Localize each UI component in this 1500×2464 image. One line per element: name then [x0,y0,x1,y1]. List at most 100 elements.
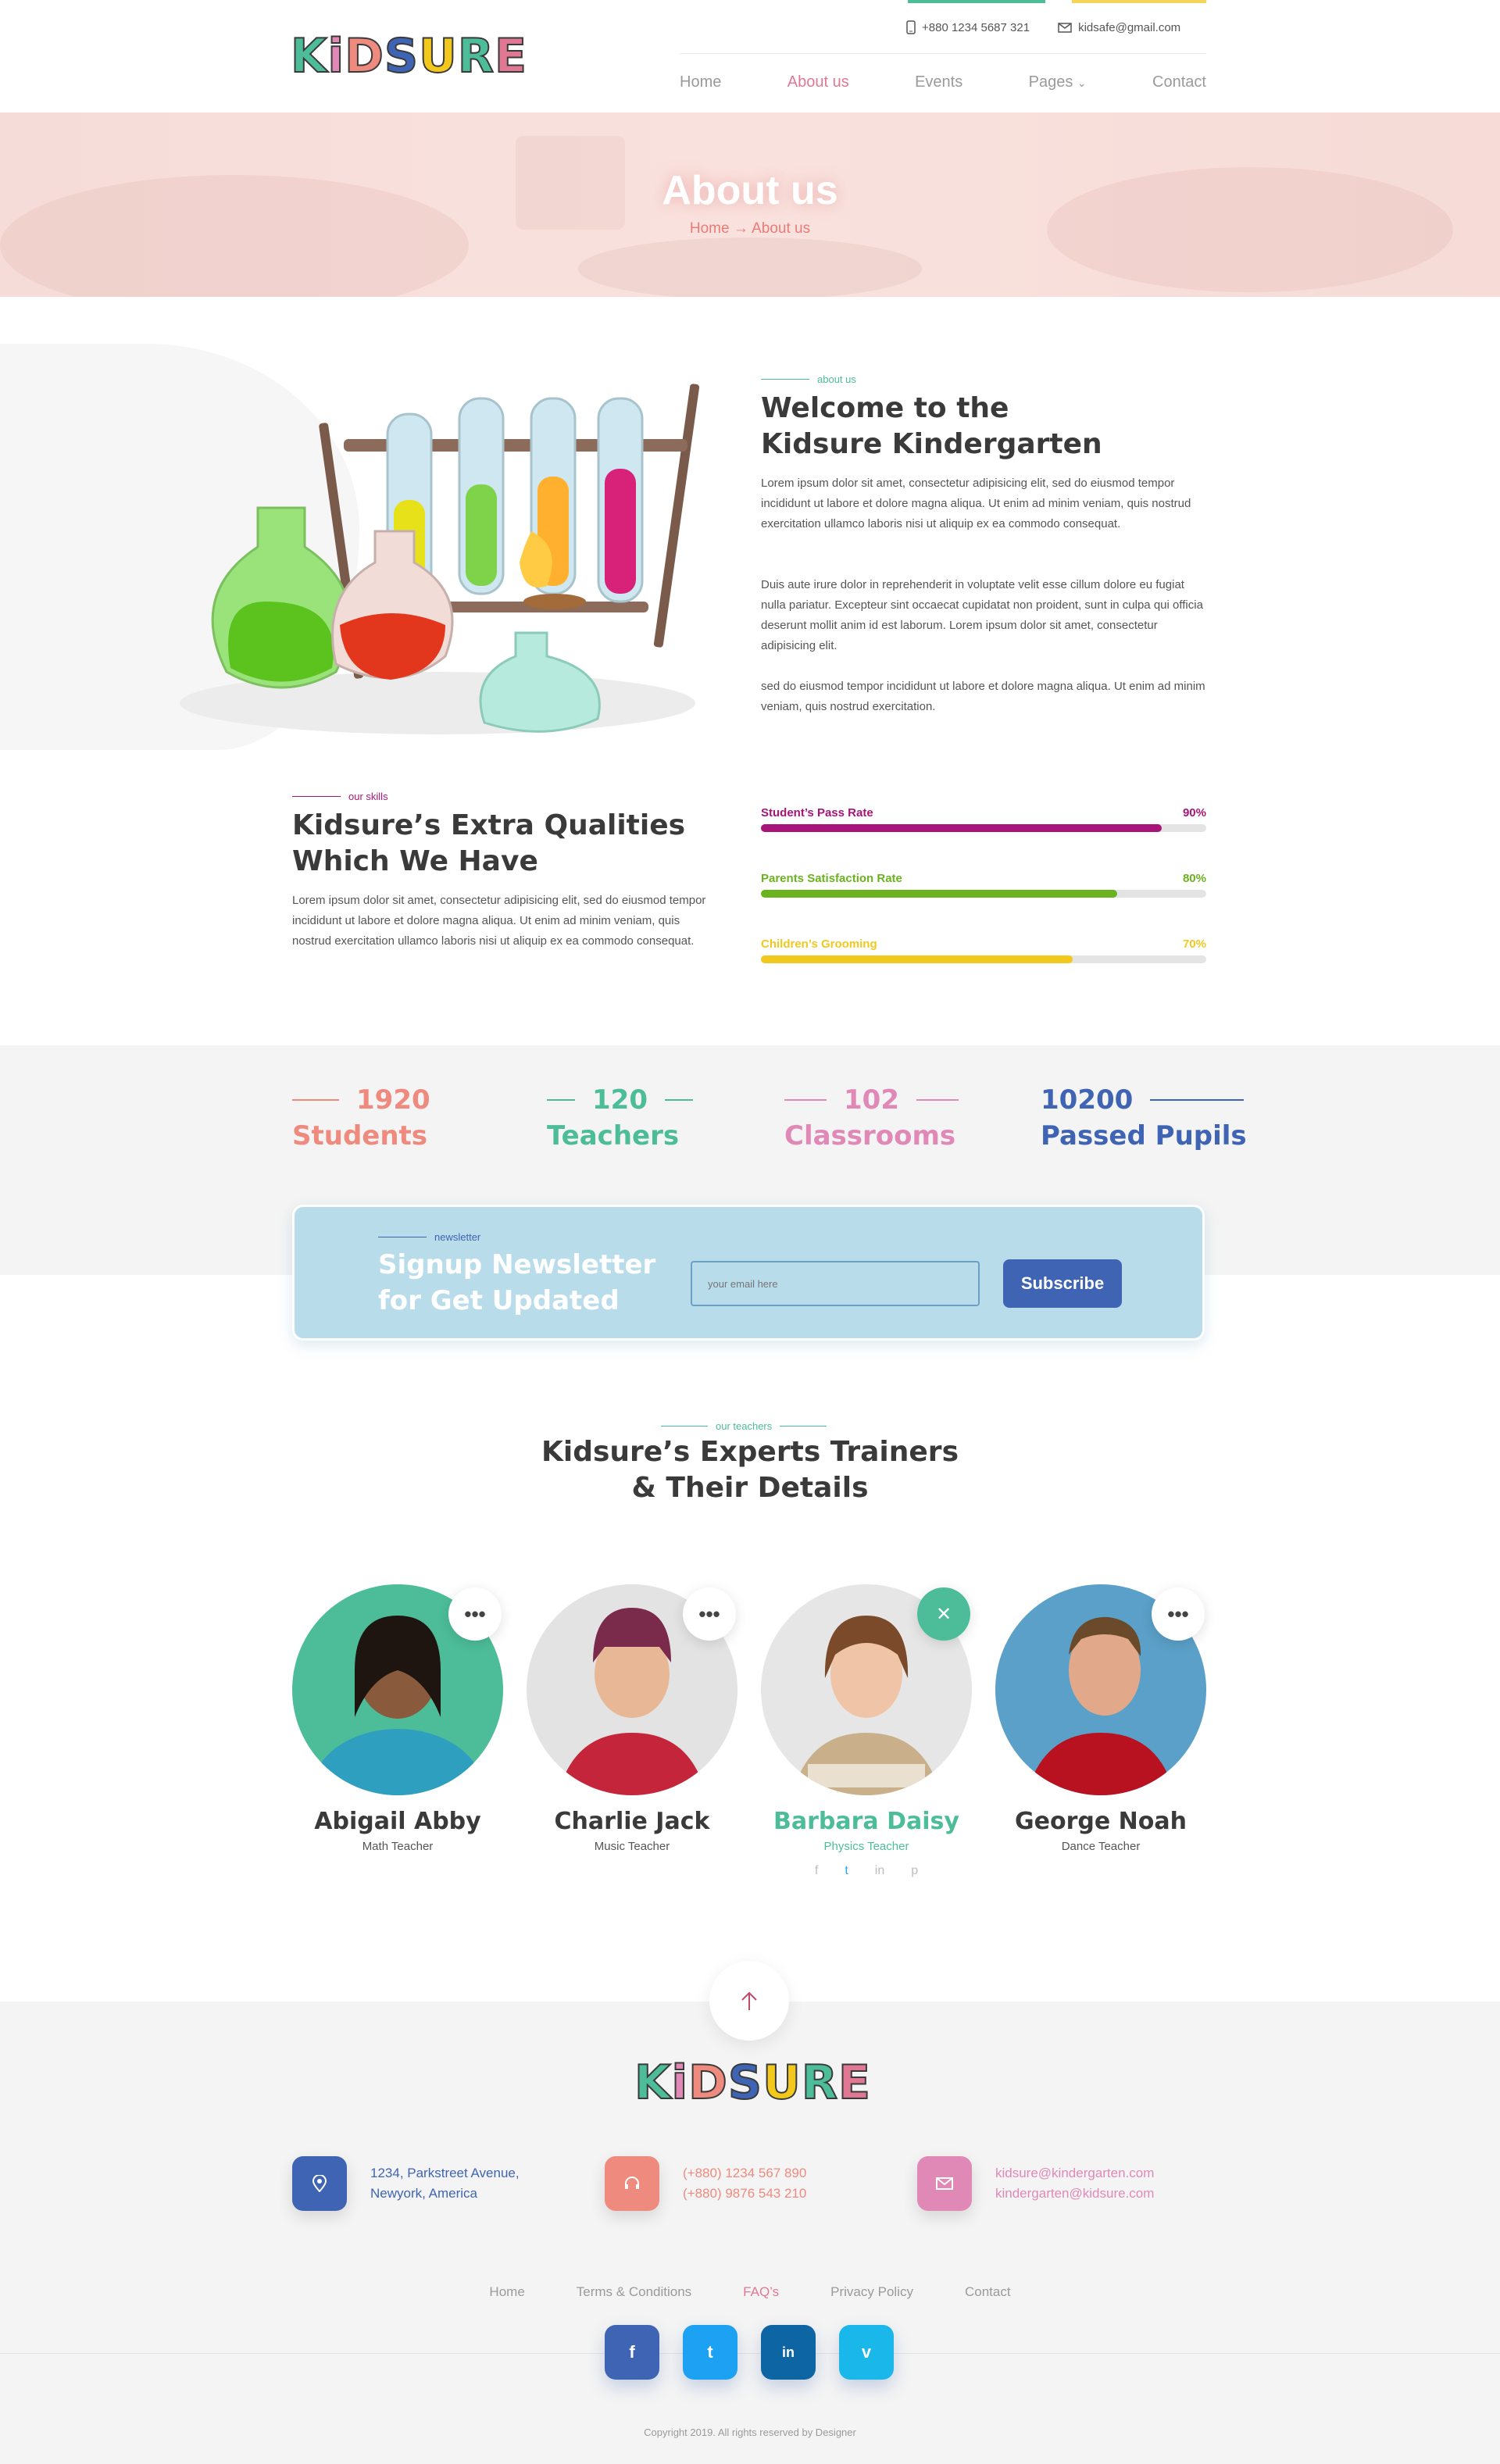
stat-classrooms: 102 Classrooms [784,1084,959,1152]
teacher-name: George Noah [1015,1808,1187,1835]
facebook-icon[interactable]: f [605,2325,659,2380]
logo-letter: K [290,29,328,84]
skills-eyebrow-text: our skills [348,791,388,802]
brand-logo[interactable]: KiDSURE [290,29,527,84]
stat-line [292,1099,339,1101]
logo-letter: R [801,2055,839,2110]
teachers-title-line1: Kidsure’s Experts Trainers [541,1436,959,1468]
logo-letter: U [762,2055,802,2110]
logo-letter: i [327,29,345,84]
logo-letter: S [727,2055,763,2110]
email-1[interactable]: kidsure@kindergarten.com [995,2163,1154,2184]
teachers-eyebrow: our teachers [661,1420,827,1432]
phone-2[interactable]: (+880) 9876 543 210 [683,2184,806,2204]
phone-1[interactable]: (+880) 1234 567 890 [683,2163,806,2184]
copyright: Copyright 2019. All rights reserved by D… [644,2427,856,2438]
envelope-icon [917,2156,972,2211]
eyebrow-line [780,1426,827,1427]
topbar-phone[interactable]: +880 1234 5687 321 [906,20,1030,34]
nav-pages-label: Pages [1028,73,1073,91]
skill-track [761,824,1206,832]
email-2[interactable]: kindergarten@kidsure.com [995,2184,1154,2204]
stat-line [916,1099,959,1101]
subscribe-button[interactable]: Subscribe [1003,1259,1122,1308]
skills-title-line1: Kidsure’s Extra Qualities [292,809,686,841]
about-title: Welcome to the Kidsure Kindergarten [761,391,1214,462]
teacher-role: Math Teacher [362,1840,434,1853]
vimeo-icon[interactable]: v [839,2325,894,2380]
address-line2: Newyork, America [370,2186,477,2201]
more-options-icon[interactable]: ••• [448,1587,502,1641]
footer-link-terms[interactable]: Terms & Conditions [577,2284,691,2300]
footer-link-privacy[interactable]: Privacy Policy [830,2284,913,2300]
twitter-icon[interactable]: t [845,1864,848,1878]
stat-line [664,1099,693,1101]
about-eyebrow-text: about us [817,373,856,385]
footer-email: kidsure@kindergarten.com kindergarten@ki… [917,2156,1154,2211]
teacher-name: Barbara Daisy [773,1808,959,1835]
skill-label: Student’s Pass Rate [761,806,873,820]
teacher-role: Music Teacher [594,1840,670,1853]
nav-home[interactable]: Home [680,73,721,91]
breadcrumb-home[interactable]: Home [690,220,730,237]
footer-logo[interactable]: KiDSURE [634,2055,871,2110]
newsletter-title-line1: Signup Newsletter [378,1249,656,1280]
nav-contact[interactable]: Contact [1152,73,1206,91]
eyebrow-line [661,1426,708,1427]
footer-link-faqs[interactable]: FAQ’s [743,2284,779,2300]
footer-address: 1234, Parkstreet Avenue, Newyork, Americ… [292,2156,520,2211]
top-accent-line-green [908,0,1045,3]
skill-label: Children’s Grooming [761,937,877,951]
nav-events[interactable]: Events [915,73,962,91]
stat-number: 120 [592,1084,648,1116]
linkedin-icon[interactable]: in [875,1864,884,1878]
about-paragraph-2: Duis aute irure dolor in reprehenderit i… [761,578,1203,652]
stat-label: Passed Pupils [1041,1120,1247,1152]
facebook-icon[interactable]: f [815,1864,818,1878]
logo-letter: U [418,29,458,84]
topbar-contact: +880 1234 5687 321 kidsafe@gmail.com [906,20,1180,34]
footer-link-contact[interactable]: Contact [965,2284,1011,2300]
breadcrumb: Home → About us [0,220,1500,237]
stat-students: 1920 Students [292,1084,430,1152]
teacher-social-links: f t in p [761,1864,972,1878]
eyebrow-line [292,796,341,797]
skill-value: 70% [1182,937,1206,951]
newsletter-email-input[interactable] [691,1261,980,1306]
breadcrumb-current: About us [752,220,811,237]
teacher-role: Physics Teacher [823,1840,909,1853]
nav-pages[interactable]: Pages ⌄ [1029,73,1087,91]
phone-icon [906,20,916,34]
pinterest-icon[interactable]: p [911,1864,918,1878]
more-options-icon[interactable]: ••• [683,1587,736,1641]
nav-divider [680,53,1206,54]
skill-track [761,890,1206,898]
stat-teachers: 120 Teachers [547,1084,693,1152]
logo-letter: R [457,29,495,84]
skill-value: 90% [1182,806,1206,820]
scroll-to-top-button[interactable] [709,1961,789,2041]
skill-value: 80% [1182,872,1206,885]
footer-nav: Home Terms & Conditions FAQ’s Privacy Po… [0,2284,1500,2300]
footer-link-home[interactable]: Home [489,2284,524,2300]
chevron-down-icon: ⌄ [1077,77,1087,89]
twitter-icon[interactable]: t [683,2325,738,2380]
nav-about[interactable]: About us [788,73,849,91]
newsletter-title: Signup Newsletter for Get Updated [378,1247,655,1319]
teachers-eyebrow-text: our teachers [716,1420,773,1432]
linkedin-icon[interactable]: in [761,2325,816,2380]
skills-title: Kidsure’s Extra Qualities Which We Have [292,808,730,880]
close-icon[interactable]: ✕ [917,1587,970,1641]
skills-paragraph: Lorem ipsum dolor sit amet, consectetur … [292,894,706,948]
newsletter-title-line2: for Get Updated [378,1285,620,1316]
topbar-email[interactable]: kidsafe@gmail.com [1058,21,1180,34]
about-title-line2: Kidsure Kindergarten [761,428,1102,460]
newsletter-eyebrow-text: newsletter [434,1231,481,1243]
about-paragraph-3: sed do eiusmod tempor incididunt ut labo… [761,680,1205,713]
newsletter-eyebrow: newsletter [378,1231,480,1243]
logo-letter: D [688,2055,728,2110]
more-options-icon[interactable]: ••• [1152,1587,1205,1641]
headset-icon [605,2156,659,2211]
page-title: About us [662,168,838,213]
teachers-title-line2: & Their Details [631,1472,869,1504]
